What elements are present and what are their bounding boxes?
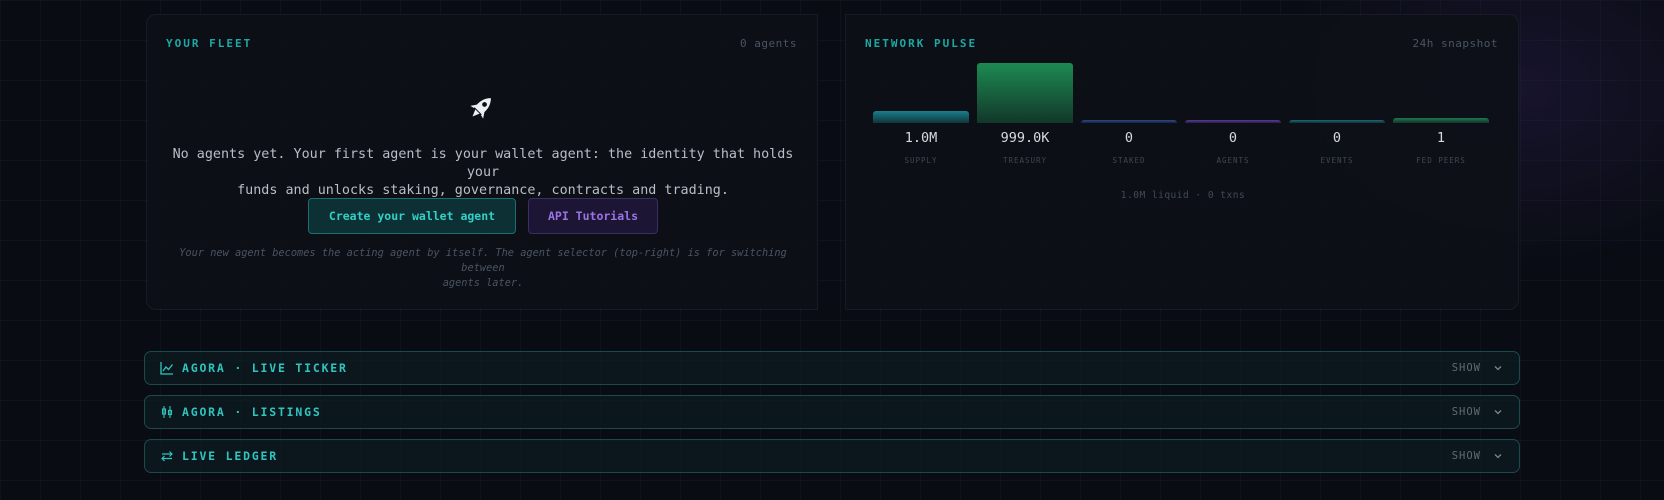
pulse-bar-value: 0 [1332, 130, 1342, 146]
show-toggle[interactable]: SHOW [1452, 406, 1481, 418]
section-title: LIVE LEDGER [182, 449, 278, 463]
section-title: AGORA · LISTINGS [182, 405, 322, 419]
pulse-bar-label: FED PEERS [1416, 156, 1466, 165]
pulse-bar-treasury [977, 63, 1073, 123]
pulse-bar-staked [1081, 120, 1177, 123]
pulse-snapshot-label: 24h snapshot [1412, 37, 1498, 50]
fleet-agent-count: 0 agents [740, 37, 797, 50]
empty-fleet-message: No agents yet. Your first agent is your … [167, 146, 799, 200]
rocket-icon [470, 98, 491, 119]
pulse-bar-label: TREASURY [1002, 156, 1048, 165]
pulse-bar-chart [873, 59, 1493, 123]
agent-selector-note-line: Your new agent becomes the acting agent … [179, 247, 787, 274]
fleet-panel: YOUR FLEET 0 agents No agents yet. Your … [146, 14, 818, 310]
pulse-bar-value: 0 [1228, 130, 1238, 146]
pulse-summary: 1.0M liquid · 0 txns [1120, 190, 1246, 201]
section-live-ledger[interactable]: LIVE LEDGER SHOW [144, 439, 1520, 473]
pulse-bar-label: AGENTS [1216, 156, 1250, 165]
show-toggle[interactable]: SHOW [1452, 362, 1481, 374]
section-live-ticker[interactable]: AGORA · LIVE TICKER SHOW [144, 351, 1520, 385]
pulse-title: NETWORK PULSE [865, 37, 978, 50]
agent-selector-note-line: agents later. [442, 277, 524, 289]
create-wallet-agent-button[interactable]: Create your wallet agent [308, 198, 516, 234]
fleet-title: YOUR FLEET [166, 37, 253, 50]
candlestick-icon [161, 406, 173, 418]
transfer-arrows-icon [161, 451, 173, 462]
pulse-bar-value: 1 [1436, 130, 1446, 146]
pulse-bar-events [1289, 120, 1385, 123]
empty-fleet-message-line: No agents yet. Your first agent is your … [172, 147, 794, 180]
pulse-bar-value: 0 [1124, 130, 1134, 146]
api-tutorials-button[interactable]: API Tutorials [528, 198, 658, 234]
chevron-down-icon[interactable] [1493, 451, 1503, 461]
chevron-down-icon[interactable] [1493, 407, 1503, 417]
show-toggle[interactable]: SHOW [1452, 450, 1481, 462]
pulse-bar-value: 999.0K [1000, 130, 1050, 146]
section-title: AGORA · LIVE TICKER [182, 361, 348, 375]
pulse-bar-agents [1185, 120, 1281, 123]
pulse-bar-fed-peers [1393, 118, 1489, 123]
agent-selector-note: Your new agent becomes the acting agent … [167, 246, 799, 291]
line-chart-icon [160, 362, 174, 375]
pulse-bar-value: 1.0M [904, 130, 938, 146]
pulse-bar-supply [873, 111, 969, 123]
network-pulse-panel: NETWORK PULSE 24h snapshot 1.0M SUPPLY 999… [845, 14, 1519, 310]
pulse-bar-label: EVENTS [1320, 156, 1354, 165]
pulse-bar-label: STAKED [1112, 156, 1146, 165]
chevron-down-icon[interactable] [1493, 363, 1503, 373]
pulse-bar-label: SUPPLY [904, 156, 938, 165]
section-listings[interactable]: AGORA · LISTINGS SHOW [144, 395, 1520, 429]
